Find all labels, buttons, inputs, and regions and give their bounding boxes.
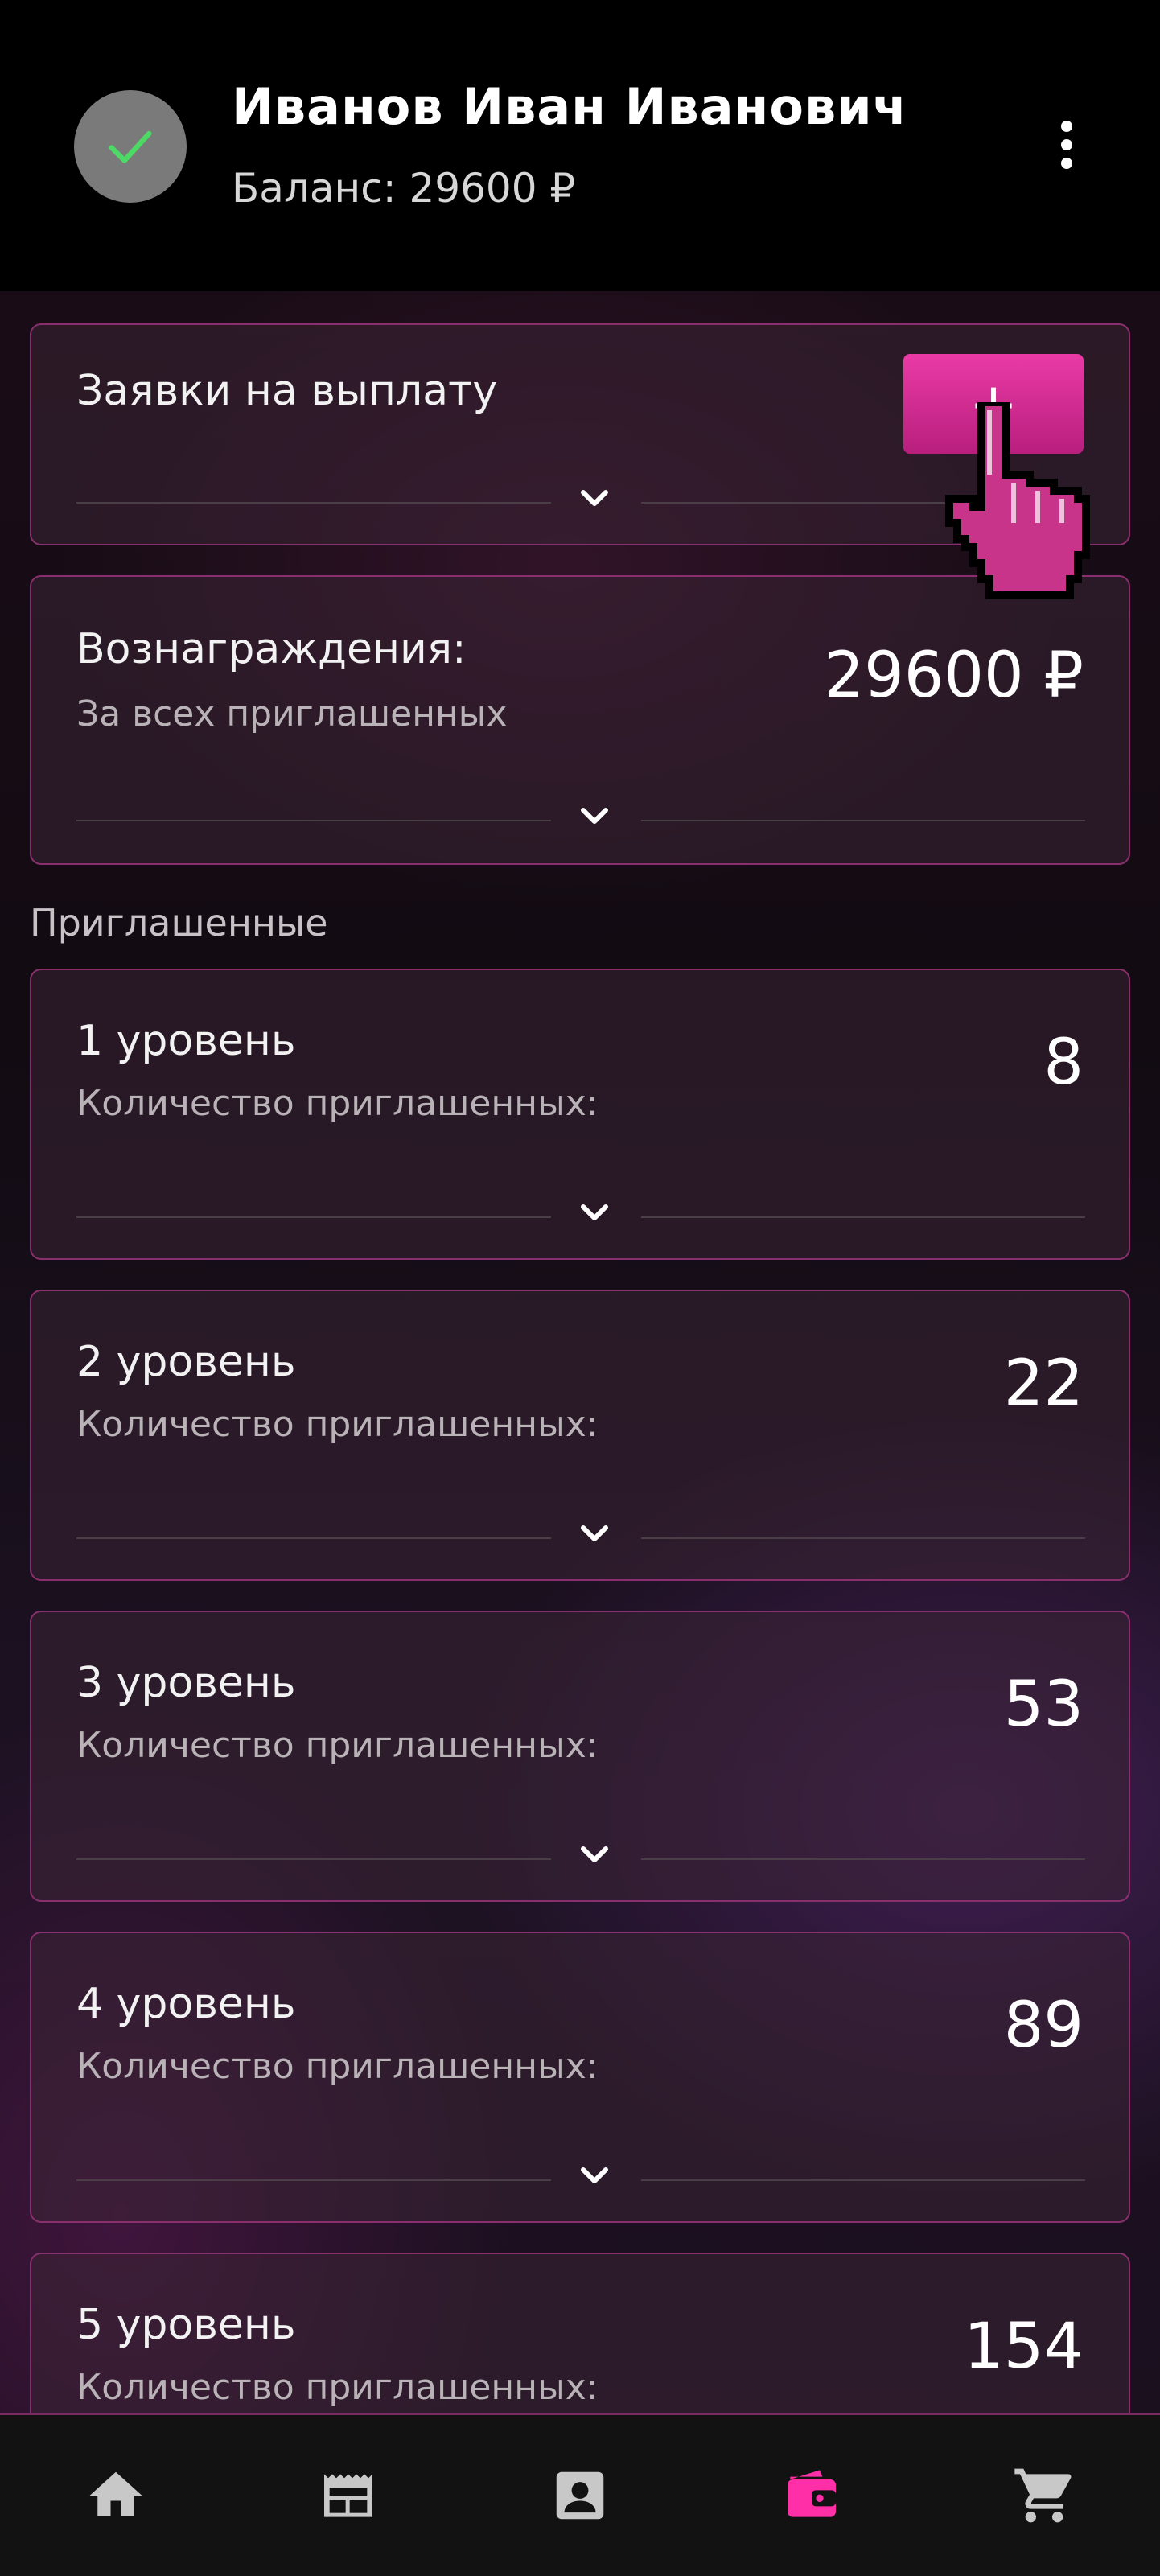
divider [641,2179,1085,2181]
rewards-subtitle: За всех приглашенных [76,693,508,735]
divider [76,1216,551,1218]
nav-home[interactable] [68,2447,164,2544]
nav-wallet[interactable] [763,2447,860,2544]
chevron-down-icon[interactable] [566,2155,623,2197]
cart-icon [1014,2468,1072,2523]
level-count: 22 [1003,1348,1084,1420]
divider [641,820,1085,821]
level-title: 4 уровень [76,1980,296,2028]
chevron-down-icon[interactable] [566,1192,623,1234]
newspaper-icon [323,2474,372,2517]
divider [641,1216,1085,1218]
divider [641,1858,1085,1860]
chevron-down-icon[interactable] [566,478,623,520]
level-subtitle: Количество приглашенных: [76,2046,599,2087]
level-card-4[interactable]: 4 уровень Количество приглашенных: 89 [30,1932,1130,2223]
nav-news[interactable] [300,2447,397,2544]
hand-pointer-icon [945,402,1090,599]
payout-requests-title: Заявки на выплату [76,367,498,415]
wallet-icon [788,2470,837,2517]
nav-cart[interactable] [996,2447,1092,2544]
level-card-3[interactable]: 3 уровень Количество приглашенных: 53 [30,1611,1130,1902]
divider [76,502,551,504]
divider [76,820,551,821]
chevron-down-icon[interactable] [566,796,623,837]
divider [76,1537,551,1539]
level-title: 5 уровень [76,2301,296,2349]
level-card-2[interactable]: 2 уровень Количество приглашенных: 22 [30,1290,1130,1581]
level-subtitle: Количество приглашенных: [76,1725,599,1766]
level-subtitle: Количество приглашенных: [76,1404,599,1445]
rewards-card[interactable]: Вознаграждения: За всех приглашенных 296… [30,575,1130,865]
level-count: 89 [1003,1990,1084,2062]
home-icon [89,2471,142,2516]
rewards-title: Вознаграждения: [76,625,467,673]
app-header: Иванов Иван Иванович Баланс: 29600 ₽ [0,0,1160,291]
contact-card-icon [556,2471,604,2520]
avatar[interactable] [74,90,187,203]
level-card-1[interactable]: 1 уровень Количество приглашенных: 8 [30,969,1130,1260]
level-count: 53 [1003,1669,1084,1741]
level-title: 1 уровень [76,1017,296,1065]
divider [76,1858,551,1860]
level-title: 3 уровень [76,1659,296,1707]
level-count: 8 [1043,1027,1084,1099]
more-vertical-icon[interactable] [1043,113,1091,177]
nav-profile[interactable] [532,2447,628,2544]
check-icon [109,130,152,163]
user-name: Иванов Иван Иванович [232,77,908,136]
chevron-down-icon[interactable] [566,1513,623,1555]
level-subtitle: Количество приглашенных: [76,2367,599,2408]
balance-label: Баланс: 29600 ₽ [232,165,576,212]
level-title: 2 уровень [76,1338,296,1386]
divider [76,2179,551,2181]
rewards-value: 29600 ₽ [824,640,1084,712]
chevron-down-icon[interactable] [566,1834,623,1876]
level-subtitle: Количество приглашенных: [76,1083,599,1124]
bottom-navigation [0,2413,1160,2576]
level-count: 154 [964,2311,1084,2383]
invited-section-label: Приглашенные [30,901,328,944]
divider [641,1537,1085,1539]
